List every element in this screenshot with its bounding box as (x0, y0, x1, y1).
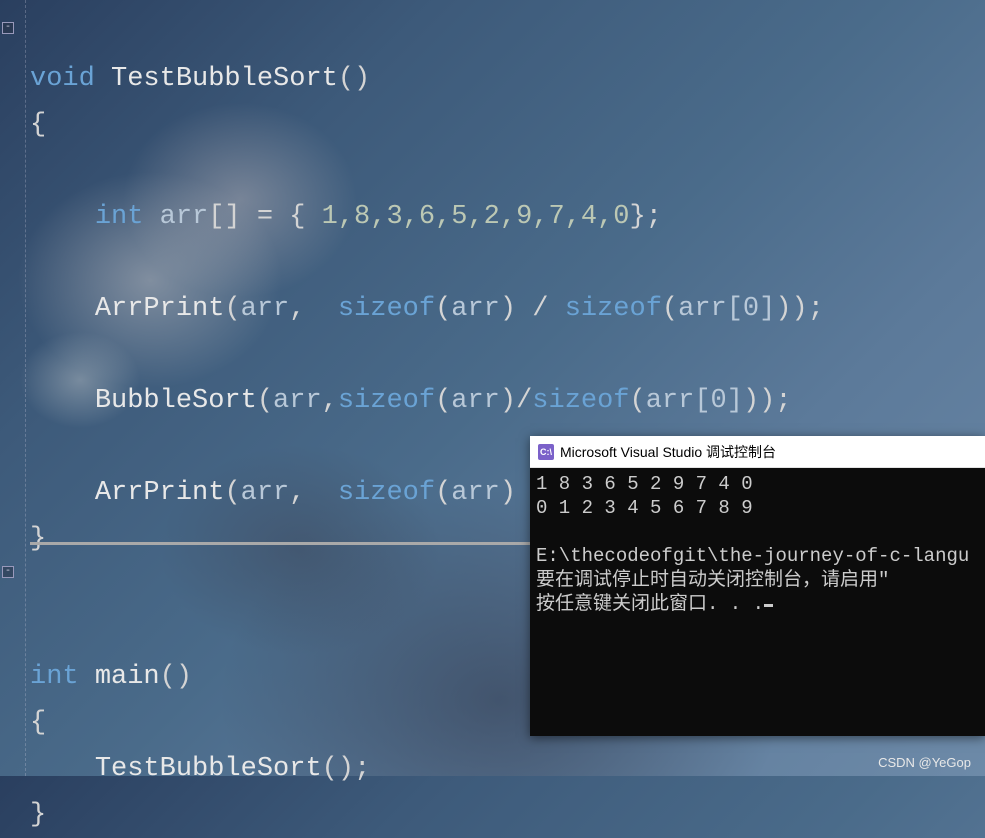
lparen: ( (662, 294, 678, 324)
function-name: TestBubbleSort (111, 64, 338, 94)
rparen: ) (743, 386, 759, 416)
keyword-sizeof: sizeof (338, 386, 435, 416)
arr-zero: arr[0] (678, 294, 775, 324)
gutter-guide-line (25, 0, 26, 776)
lparen: ( (435, 294, 451, 324)
keyword-sizeof: sizeof (338, 294, 435, 324)
fold-toggle-icon[interactable]: - (2, 566, 14, 578)
rparen-semi: ); (759, 386, 791, 416)
lparen: ( (257, 386, 273, 416)
call-arrprint: ArrPrint (95, 478, 225, 508)
watermark-text: CSDN @YeGop (878, 755, 971, 770)
console-titlebar[interactable]: C:\ Microsoft Visual Studio 调试控制台 (530, 436, 985, 468)
console-line: 按任意键关闭此窗口. . . (536, 593, 764, 615)
console-app-icon: C:\ (538, 444, 554, 460)
rparen: ) (775, 294, 791, 324)
brace-open: { (30, 708, 46, 738)
arg-arr: arr (451, 294, 500, 324)
arg-arr: arr (451, 386, 500, 416)
keyword-sizeof: sizeof (338, 478, 435, 508)
keyword-sizeof: sizeof (532, 386, 629, 416)
comma: , (289, 478, 321, 508)
brace: { (289, 202, 321, 232)
lparen: ( (435, 478, 451, 508)
rparen: ) (500, 386, 516, 416)
arg-arr: arr (273, 386, 322, 416)
comma: , (322, 386, 338, 416)
call-testbubblesort: TestBubbleSort (95, 754, 322, 784)
assign: = (241, 202, 290, 232)
keyword-void: void (30, 64, 95, 94)
parens: () (322, 754, 354, 784)
lparen: ( (224, 294, 240, 324)
arg-arr: arr (241, 478, 290, 508)
call-bubblesort: BubbleSort (95, 386, 257, 416)
console-output: 1 8 3 6 5 2 9 7 4 0 0 1 2 3 4 5 6 7 8 9 … (530, 468, 985, 620)
keyword-int: int (30, 662, 79, 692)
console-line: E:\thecodeofgit\the-journey-of-c-langu (536, 545, 969, 567)
console-title: Microsoft Visual Studio 调试控制台 (560, 442, 776, 462)
editor-gutter: - - (0, 0, 30, 776)
arg-arr: arr (241, 294, 290, 324)
console-line: 1 8 3 6 5 2 9 7 4 0 (536, 473, 753, 495)
semi: ; (354, 754, 370, 784)
console-cursor (764, 604, 773, 607)
function-main: main (95, 662, 160, 692)
lparen: ( (224, 478, 240, 508)
keyword-sizeof: sizeof (565, 294, 662, 324)
arg-arr: arr (451, 478, 500, 508)
array-literal: 1,8,3,6,5,2,9,7,4,0 (322, 202, 630, 232)
rparen: ) (500, 478, 516, 508)
lparen: ( (630, 386, 646, 416)
rparen-semi: ); (792, 294, 824, 324)
comma: , (289, 294, 321, 324)
arr-zero: arr[0] (646, 386, 743, 416)
console-line: 0 1 2 3 4 5 6 7 8 9 (536, 497, 753, 519)
brace-close: } (30, 800, 46, 830)
parens: () (160, 662, 192, 692)
slash: / (516, 386, 532, 416)
brace-close-semi: }; (630, 202, 662, 232)
call-arrprint: ArrPrint (95, 294, 225, 324)
identifier-arr: arr (160, 202, 209, 232)
slash: / (516, 294, 565, 324)
brackets: [] (208, 202, 240, 232)
console-line: 要在调试停止时自动关闭控制台，请启用" (536, 569, 889, 591)
lparen: ( (435, 386, 451, 416)
fold-toggle-icon[interactable]: - (2, 22, 14, 34)
parens: () (338, 64, 370, 94)
debug-console-window[interactable]: C:\ Microsoft Visual Studio 调试控制台 1 8 3 … (530, 436, 985, 736)
rparen: ) (500, 294, 516, 324)
brace-open: { (30, 110, 46, 140)
keyword-int: int (95, 202, 144, 232)
brace-close: } (30, 524, 46, 554)
